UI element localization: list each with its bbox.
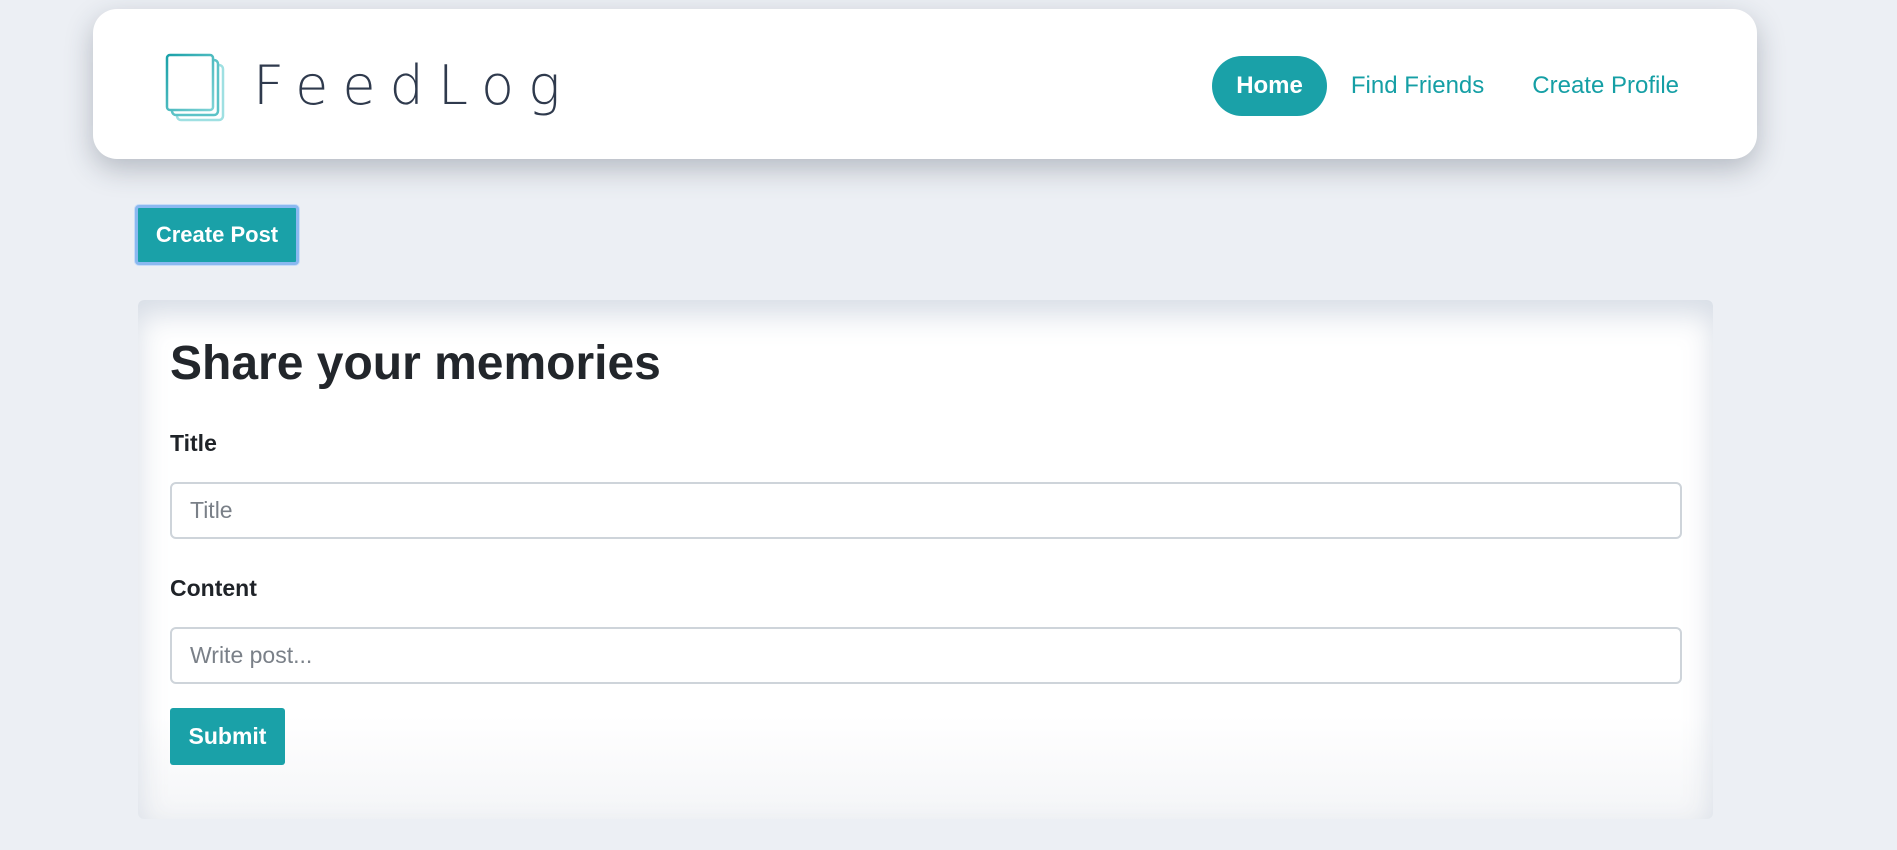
content-label: Content — [170, 575, 257, 601]
main-nav: Home Find Friends Create Profile — [1212, 56, 1703, 116]
nav-item-find-friends[interactable]: Find Friends — [1327, 56, 1508, 116]
content-input[interactable] — [170, 627, 1682, 684]
create-post-button[interactable]: Create Post — [135, 205, 299, 265]
title-input[interactable] — [170, 482, 1682, 539]
post-form-card: Share your memories Title Content Submit — [138, 300, 1713, 819]
submit-button[interactable]: Submit — [170, 708, 285, 765]
nav-item-home[interactable]: Home — [1212, 56, 1327, 116]
form-heading: Share your memories — [170, 337, 661, 390]
stacked-pages-icon — [165, 53, 225, 122]
brand-name: FeedLog — [253, 54, 575, 117]
navbar: FeedLog Home Find Friends Create Profile — [93, 9, 1757, 159]
title-label: Title — [170, 430, 217, 456]
nav-item-create-profile[interactable]: Create Profile — [1508, 56, 1703, 116]
